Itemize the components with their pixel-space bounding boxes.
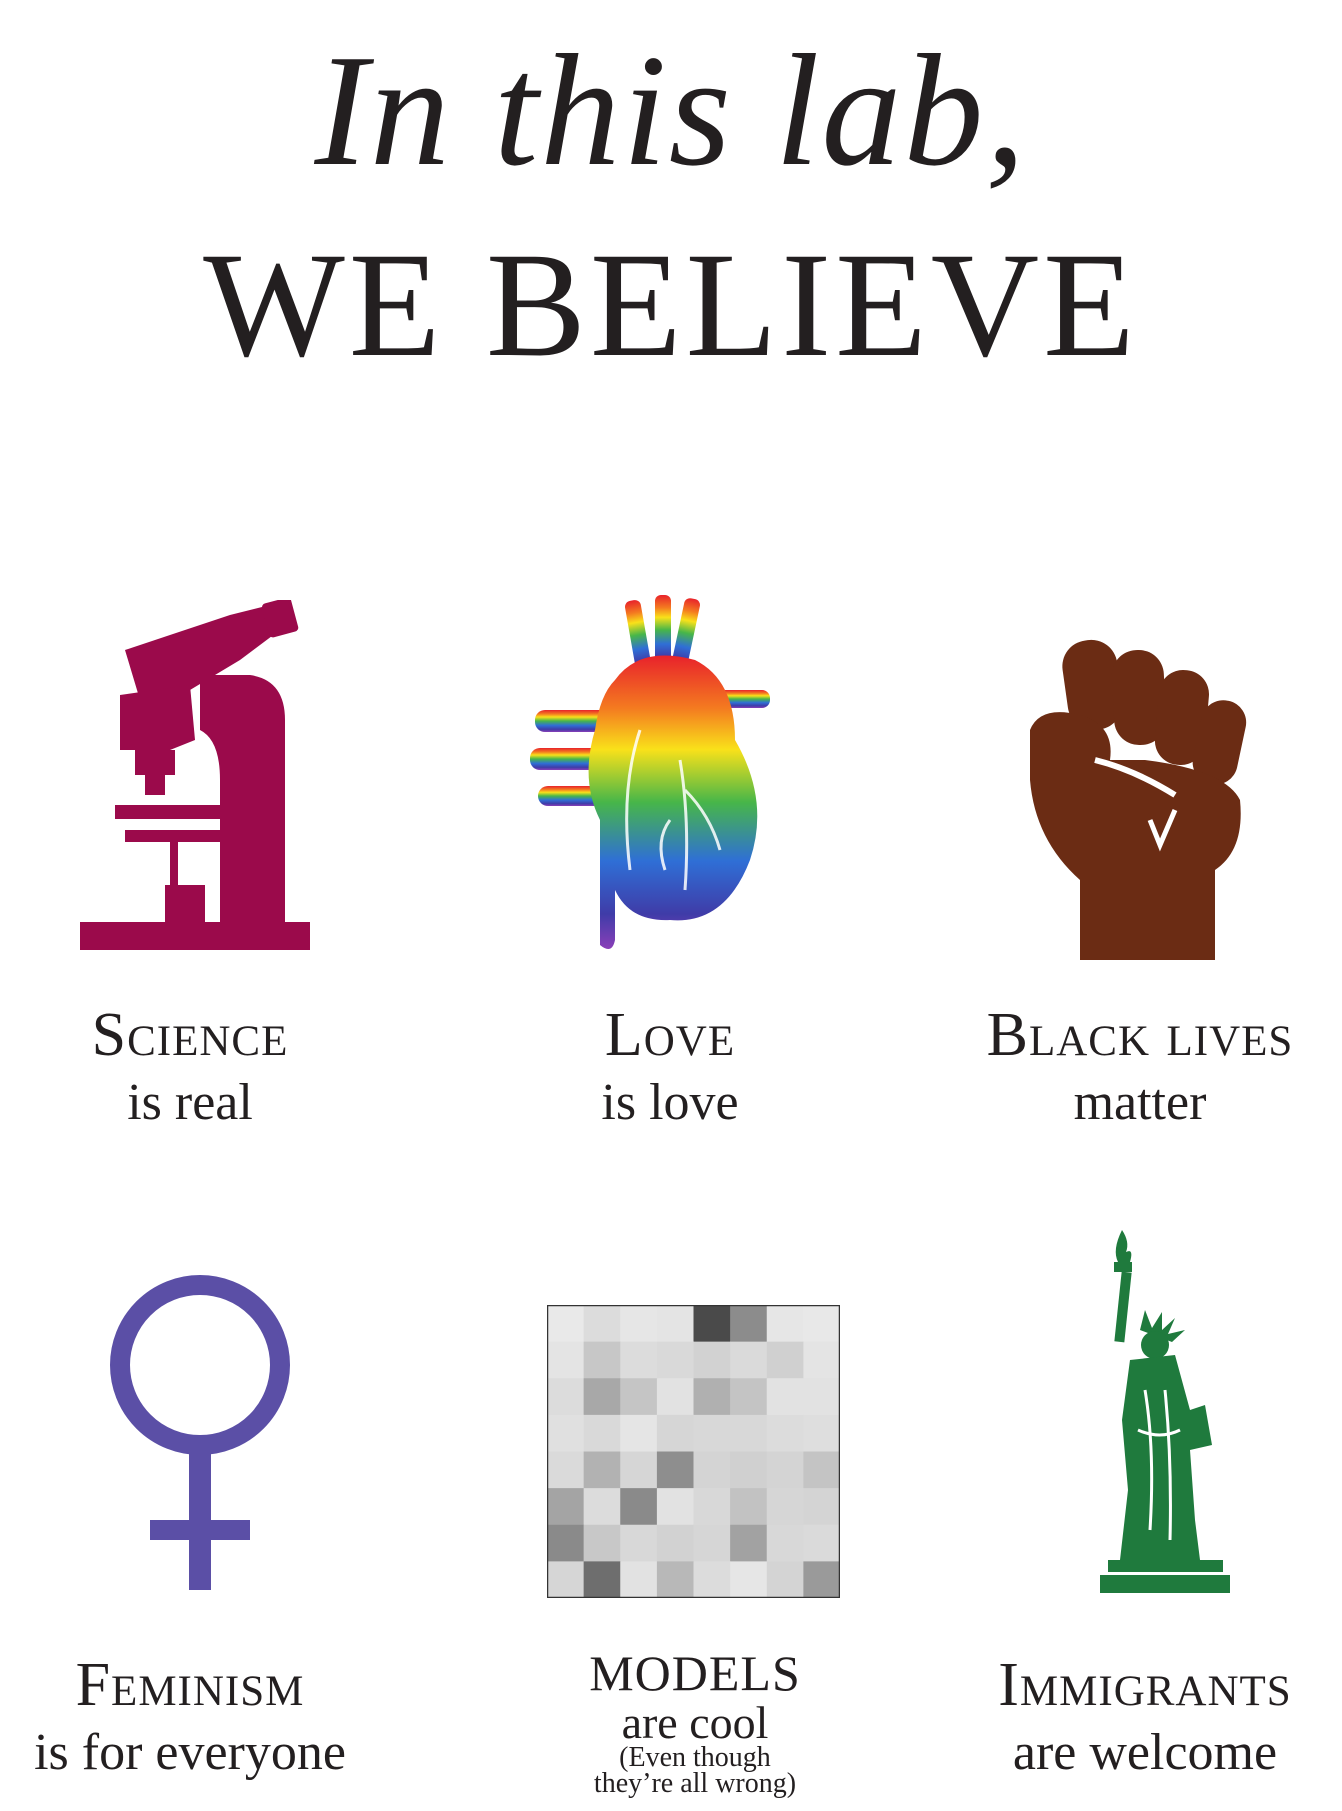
title-line-2: WE BELIEVE — [203, 222, 1139, 388]
caption-main: MODELS — [589, 1645, 801, 1701]
pixel-cell — [656, 1488, 695, 1526]
caption-feminism: Feminism is for everyone — [0, 1650, 380, 1786]
pixel-cell — [583, 1305, 621, 1343]
statue-of-liberty-icon — [1100, 1230, 1230, 1593]
title-line-1: In this lab, — [314, 21, 1028, 199]
pixel-cell — [803, 1341, 840, 1379]
pixel-cell — [547, 1414, 585, 1453]
caption-immigrants: Immigrants are welcome — [950, 1650, 1340, 1786]
caption-sub: is real — [127, 1074, 253, 1131]
caption-main: Immigrants — [998, 1651, 1292, 1719]
caption-main: Black lives — [986, 1001, 1294, 1069]
pixel-cell — [803, 1451, 840, 1489]
pixel-cell — [730, 1305, 768, 1343]
pixel-cell — [656, 1451, 695, 1489]
pixel-cell — [766, 1341, 804, 1379]
pixel-cell — [583, 1451, 621, 1489]
caption-sub: matter — [1073, 1074, 1207, 1131]
caption-note-line-2: they’re all wrong) — [593, 1768, 797, 1799]
pixel-cell — [620, 1414, 658, 1453]
pixel-cell — [656, 1305, 695, 1343]
rainbow-heart-icon — [530, 595, 770, 949]
pixel-cell — [730, 1524, 768, 1562]
pixel-cell — [766, 1451, 804, 1489]
raised-fist-icon — [1030, 639, 1247, 960]
pixel-cell — [730, 1451, 768, 1489]
pixel-cell — [620, 1378, 658, 1416]
pixel-cell — [583, 1561, 621, 1598]
pixel-cell — [656, 1524, 695, 1562]
caption-main: Love — [604, 1001, 736, 1069]
caption-main: Science — [91, 1001, 289, 1069]
caption-black-lives: Black lives matter — [960, 1000, 1320, 1136]
pixel-cell — [547, 1561, 585, 1598]
pixel-cell — [803, 1414, 840, 1453]
caption-sub: are cool — [621, 1697, 769, 1748]
pixel-cell — [730, 1561, 768, 1598]
pixel-cell — [766, 1561, 804, 1598]
venus-symbol-icon — [110, 1275, 290, 1590]
pixel-cell — [803, 1378, 840, 1416]
pixel-cell — [620, 1305, 658, 1343]
pixel-cell — [693, 1561, 731, 1598]
pixel-cell — [547, 1488, 585, 1526]
pixel-cell — [583, 1414, 621, 1453]
pixel-cell — [803, 1488, 840, 1526]
pixel-cell — [620, 1524, 658, 1562]
pixel-cell — [766, 1488, 804, 1526]
pixel-cell — [766, 1414, 804, 1453]
pixel-cell — [620, 1341, 658, 1379]
pixel-cell — [693, 1524, 731, 1562]
pixel-cell — [583, 1341, 621, 1379]
pixel-cell — [730, 1488, 768, 1526]
caption-love: Love is love — [510, 1000, 830, 1136]
caption-sub: are welcome — [1012, 1724, 1278, 1781]
pixel-cell — [547, 1451, 585, 1489]
pixel-cell — [693, 1414, 731, 1453]
pixel-cell — [766, 1378, 804, 1416]
pixel-cell — [693, 1451, 731, 1489]
caption-models: MODELS are cool (Even though they’re all… — [520, 1645, 870, 1799]
pixel-cell — [803, 1305, 840, 1343]
pixel-cell — [693, 1378, 731, 1416]
pixel-cell — [656, 1414, 695, 1453]
pixel-cell — [656, 1561, 695, 1598]
pixel-cell — [547, 1378, 585, 1416]
caption-sub: is love — [601, 1074, 739, 1131]
caption-science: Science is real — [30, 1000, 350, 1136]
pixel-cell — [730, 1414, 768, 1453]
caption-main: Feminism — [75, 1651, 305, 1719]
caption-sub: is for everyone — [34, 1724, 346, 1781]
pixel-cell — [730, 1378, 768, 1416]
pixel-cell — [803, 1561, 840, 1598]
pixel-cell — [803, 1524, 840, 1562]
pixel-cell — [656, 1341, 695, 1379]
pixel-cell — [620, 1451, 658, 1489]
pixel-cell — [766, 1524, 804, 1562]
pixel-cell — [583, 1524, 621, 1562]
pixel-cell — [547, 1305, 585, 1343]
pixel-cell — [547, 1341, 585, 1379]
microscope-icon — [80, 600, 310, 950]
pixel-cell — [693, 1341, 731, 1379]
pixel-cell — [620, 1561, 658, 1598]
pixel-cell — [693, 1488, 731, 1526]
pixel-cell — [547, 1524, 585, 1562]
pixel-cell — [583, 1488, 621, 1526]
pixel-cell — [620, 1488, 658, 1526]
pixelated-image-icon — [547, 1305, 840, 1598]
pixel-cell — [730, 1341, 768, 1379]
pixel-cell — [766, 1305, 804, 1343]
pixel-cell — [656, 1378, 695, 1416]
pixel-cell — [583, 1378, 621, 1416]
pixel-cell — [693, 1305, 731, 1343]
